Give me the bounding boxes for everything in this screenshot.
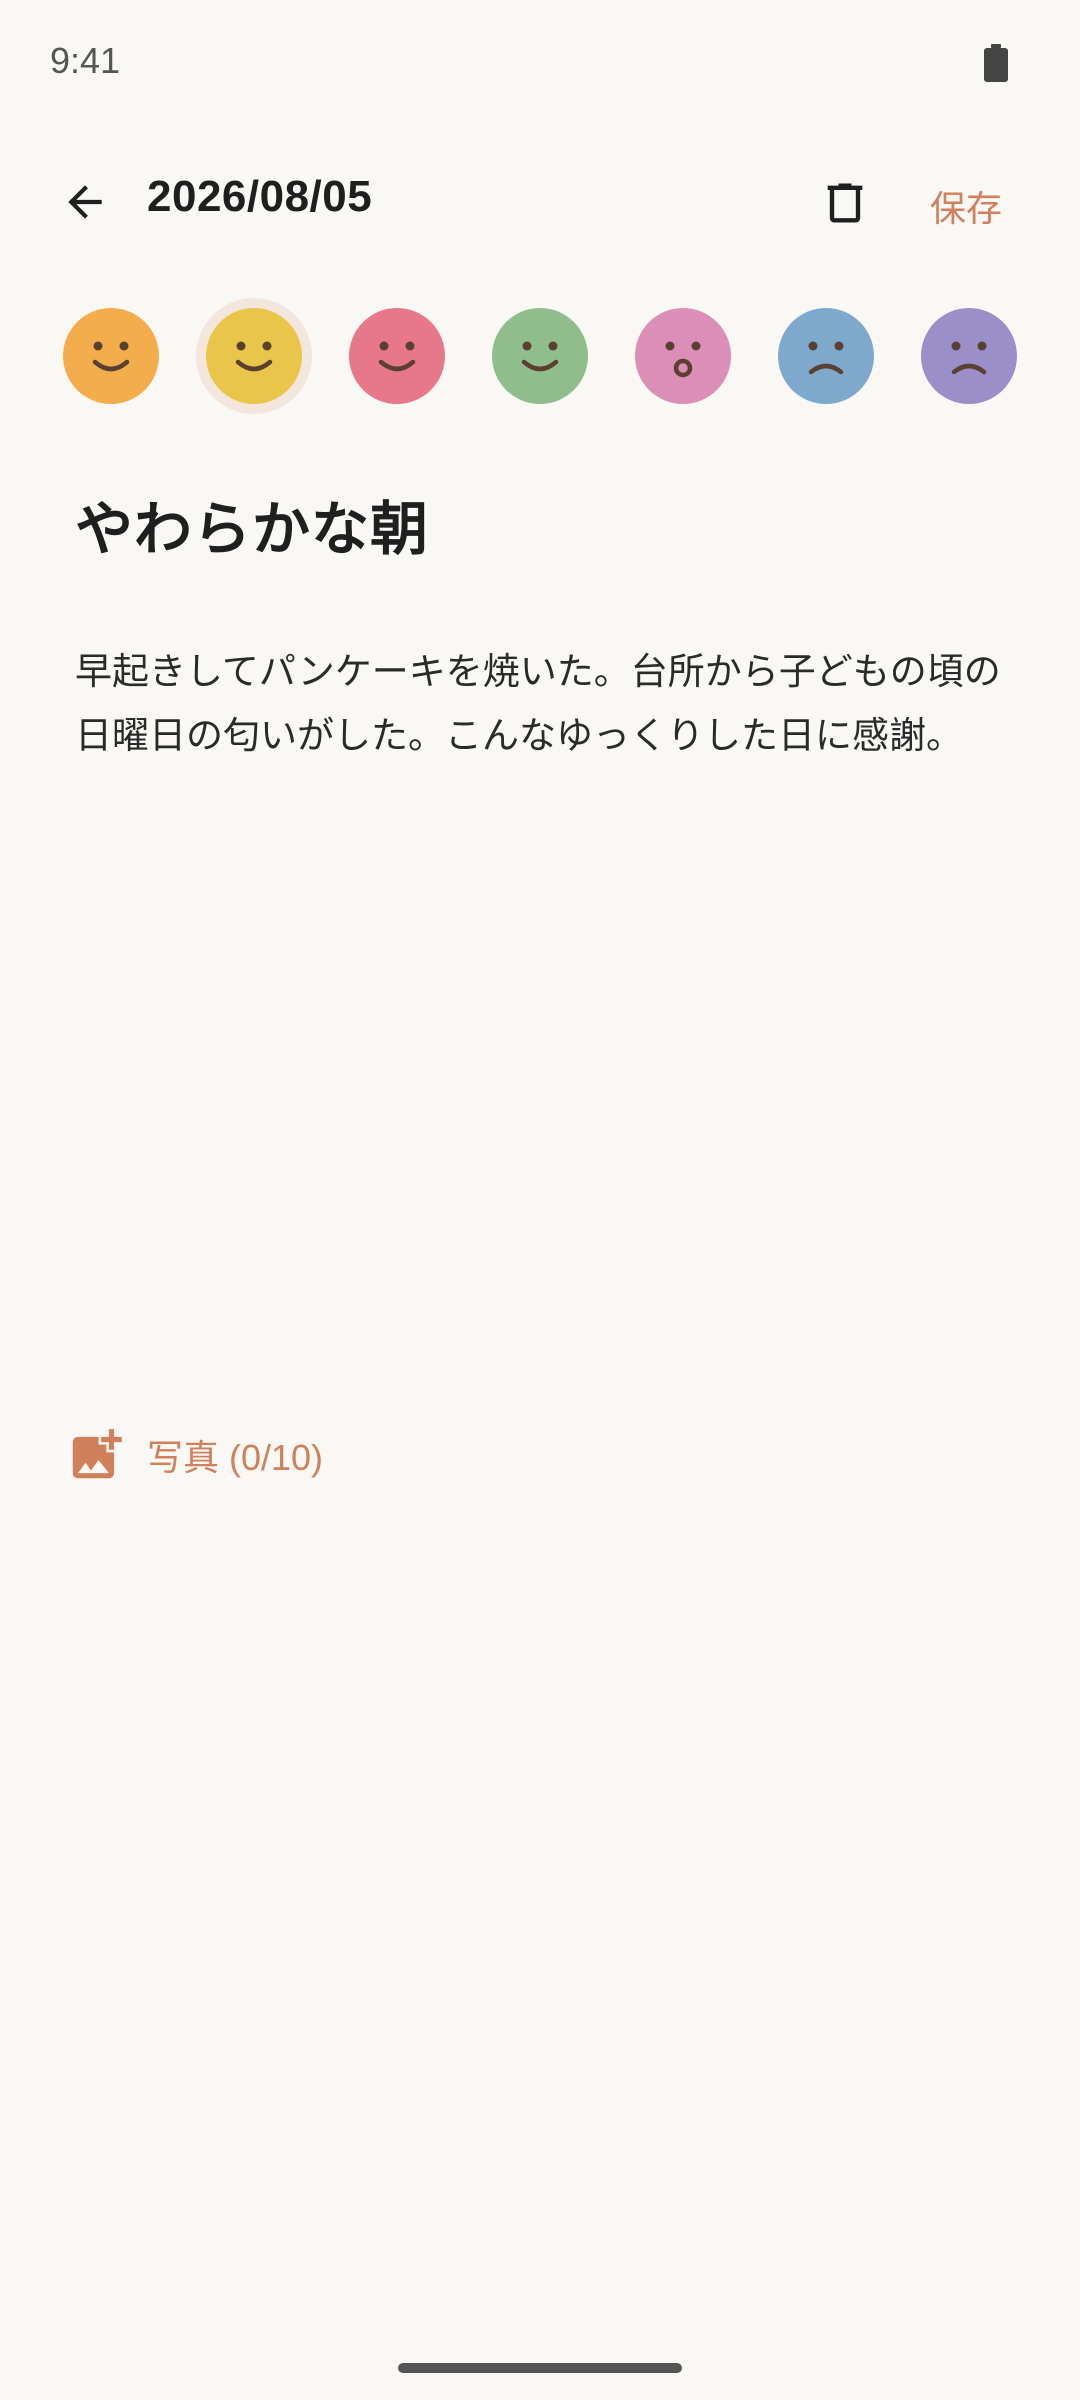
entry-title[interactable]: やわらかな朝 xyxy=(75,482,429,566)
photo-count-label: 写真 (0/10) xyxy=(147,1437,324,1478)
mood-sad-blue-icon[interactable] xyxy=(778,308,874,404)
mood-happy-yellow-icon[interactable] xyxy=(206,308,302,404)
home-indicator[interactable] xyxy=(398,2363,682,2373)
mood-surprised-pink-icon[interactable] xyxy=(635,308,731,404)
add-photo-icon xyxy=(72,1429,122,1479)
arrow-left-icon xyxy=(68,185,102,219)
mood-sad-purple-icon[interactable] xyxy=(921,308,1017,404)
mood-happy-pink-red-icon[interactable] xyxy=(349,308,445,404)
entry-date: 2026/08/05 xyxy=(147,172,373,221)
back-button[interactable] xyxy=(45,170,125,234)
top-app-bar: 2026/08/05 保存 xyxy=(0,150,1080,255)
save-button[interactable]: 保存 xyxy=(930,180,1002,232)
mood-selector xyxy=(0,298,1080,414)
trash-icon xyxy=(827,183,863,223)
battery-icon xyxy=(984,44,1008,82)
delete-button[interactable] xyxy=(810,168,880,238)
entry-body[interactable]: 早起きしてパンケーキを焼いた。台所から子どもの頃の日曜日の匂いがした。こんなゆっ… xyxy=(75,640,1015,768)
mood-happy-orange-icon[interactable] xyxy=(63,308,159,404)
status-bar: 9:41 xyxy=(0,0,1080,130)
mood-happy-green-icon[interactable] xyxy=(492,308,588,404)
status-time: 9:41 xyxy=(50,40,121,81)
add-photo-button[interactable]: 写真 (0/10) xyxy=(65,1420,323,1490)
